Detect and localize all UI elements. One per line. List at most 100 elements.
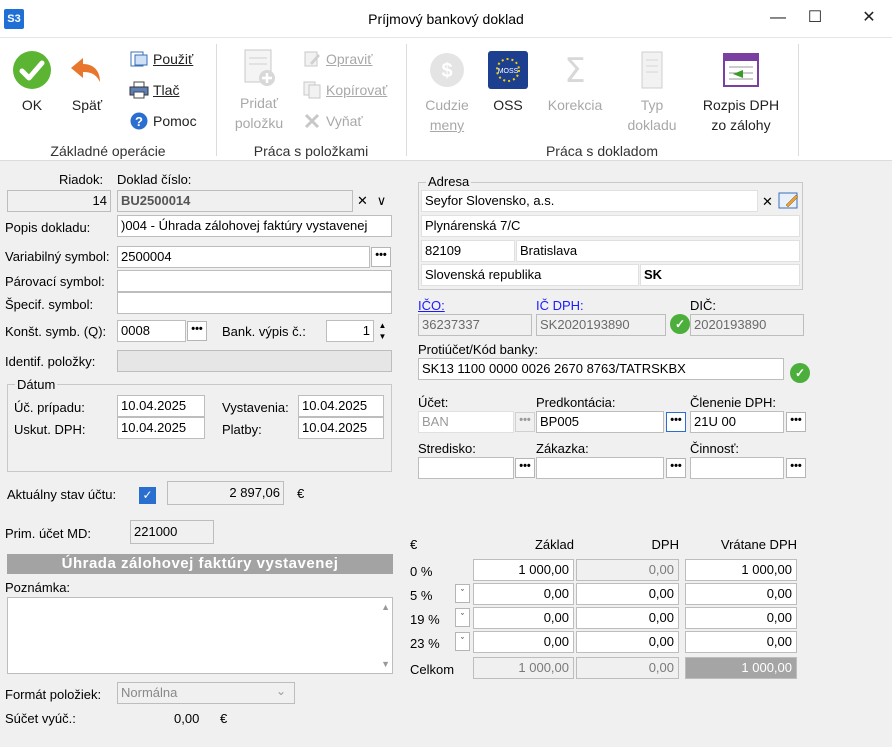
vat-amount-cell[interactable]: 0,00 bbox=[576, 583, 679, 605]
group-basic-label: Základné operácie bbox=[50, 143, 166, 159]
bank-statement-spinner[interactable]: ▲ ▼ bbox=[375, 320, 390, 342]
predkontacia-field[interactable]: BP005 bbox=[536, 411, 664, 433]
vat-rate-dropdown[interactable]: ˇ bbox=[455, 632, 470, 651]
item-format-select[interactable]: Normálna bbox=[117, 682, 295, 704]
ok-check-icon bbox=[13, 51, 51, 89]
maximize-button[interactable]: ☐ bbox=[792, 0, 838, 38]
note-textarea[interactable]: ▲ ▼ bbox=[7, 597, 393, 674]
vat-split-field[interactable]: 21U 00 bbox=[690, 411, 784, 433]
ok-button[interactable]: OK bbox=[6, 50, 58, 115]
vat-total-label: Celkom bbox=[410, 662, 455, 677]
accounting-date-field[interactable]: 10.04.2025 bbox=[117, 395, 205, 417]
pairing-symbol-field[interactable] bbox=[117, 270, 392, 292]
vat-amount-cell[interactable]: 0,00 bbox=[576, 559, 679, 581]
vat-rate-label: 0 % bbox=[410, 564, 433, 579]
vat-col-total: Vrátane DPH bbox=[720, 537, 797, 552]
order-picker[interactable]: ••• bbox=[666, 458, 686, 478]
constant-symbol-label: Konšt. symb. (Q): bbox=[5, 324, 107, 339]
vat-rate-label: 23 % bbox=[410, 636, 440, 651]
doc-type-button[interactable]: Typ dokladu bbox=[620, 50, 684, 135]
ico-label[interactable]: IČO: bbox=[418, 298, 445, 313]
address-name-field[interactable]: Seyfor Slovensko, a.s. bbox=[421, 190, 758, 212]
chevron-down-icon[interactable]: ∨ bbox=[373, 193, 390, 210]
address-country-field[interactable]: Slovenská republika bbox=[421, 264, 639, 286]
vat-total-base: 1 000,00 bbox=[473, 657, 574, 679]
vat-split-picker[interactable]: ••• bbox=[786, 412, 806, 432]
vat-total-cell[interactable]: 0,00 bbox=[685, 631, 797, 653]
vat-total-cell[interactable]: 1 000,00 bbox=[685, 559, 797, 581]
row-number-field: 14 bbox=[7, 190, 111, 212]
add-item-button[interactable]: Pridať položku bbox=[226, 46, 292, 133]
vat-rate-dropdown[interactable]: ˇ bbox=[455, 584, 470, 603]
back-button[interactable]: Späť bbox=[62, 50, 112, 115]
foreign-currency-button[interactable]: $ Cudzie meny bbox=[418, 50, 476, 135]
edit-address-icon[interactable] bbox=[778, 191, 800, 211]
vat-date-field[interactable]: 10.04.2025 bbox=[117, 417, 205, 439]
specific-symbol-field[interactable] bbox=[117, 292, 392, 314]
vat-amount-cell[interactable]: 0,00 bbox=[576, 631, 679, 653]
vat-rate-label: 5 % bbox=[410, 588, 433, 603]
activity-field[interactable] bbox=[690, 457, 784, 479]
primary-account-field: 221000 bbox=[130, 520, 214, 544]
vat-date-label: Uskut. DPH: bbox=[14, 422, 86, 437]
payment-date-field[interactable]: 10.04.2025 bbox=[298, 417, 384, 439]
variable-symbol-label: Variabilný symbol: bbox=[5, 249, 110, 264]
address-street-field[interactable]: Plynárenská 7/C bbox=[421, 215, 800, 237]
use-button[interactable]: Použiť bbox=[129, 48, 193, 70]
remove-icon bbox=[302, 112, 322, 130]
undo-arrow-icon bbox=[71, 58, 100, 82]
vat-base-cell[interactable]: 0,00 bbox=[473, 631, 574, 653]
bank-statement-field[interactable]: 1 bbox=[326, 320, 374, 342]
activity-picker[interactable]: ••• bbox=[786, 458, 806, 478]
note-label: Poznámka: bbox=[5, 580, 71, 595]
vat-split-label: Členenie DPH: bbox=[690, 395, 776, 410]
address-city-field[interactable]: Bratislava bbox=[516, 240, 800, 262]
close-button[interactable]: ✕ bbox=[846, 0, 892, 38]
remove-button[interactable]: Vyňať bbox=[302, 110, 363, 132]
predkontacia-picker[interactable]: ••• bbox=[666, 412, 686, 432]
scroll-down-icon[interactable]: ▼ bbox=[381, 659, 390, 669]
description-field[interactable]: )004 - Úhrada zálohovej faktúry vystaven… bbox=[117, 215, 392, 237]
correction-button[interactable]: Σ Korekcia bbox=[540, 50, 610, 115]
svg-text:MOSS: MOSS bbox=[498, 68, 519, 75]
vat-base-cell[interactable]: 0,00 bbox=[473, 583, 574, 605]
address-zip-field[interactable]: 82109 bbox=[421, 240, 515, 262]
vat-base-cell[interactable]: 1 000,00 bbox=[473, 559, 574, 581]
constant-symbol-picker[interactable]: ••• bbox=[187, 321, 207, 341]
vat-rate-dropdown[interactable]: ˇ bbox=[455, 608, 470, 627]
vat-breakdown-button[interactable]: Rozpis DPH zo zálohy bbox=[696, 50, 786, 135]
variable-symbol-picker[interactable]: ••• bbox=[371, 247, 391, 267]
counter-account-field[interactable]: SK13 1100 0000 0026 2670 8763/TATRSKBX bbox=[418, 358, 784, 380]
group-items-label: Práca s položkami bbox=[253, 143, 369, 159]
print-button[interactable]: Tlač bbox=[129, 79, 179, 101]
account-field: BAN bbox=[418, 411, 514, 433]
ribbon-divider bbox=[216, 44, 217, 156]
copy-icon bbox=[302, 81, 322, 99]
variable-symbol-field[interactable]: 2500004 bbox=[117, 246, 370, 268]
document-banner: Úhrada zálohovej faktúry vystavenej bbox=[7, 554, 393, 574]
back-label: Späť bbox=[71, 97, 103, 113]
counter-account-valid-icon: ✓ bbox=[790, 363, 810, 383]
clear-address-icon[interactable]: ✕ bbox=[759, 194, 776, 211]
scroll-up-icon[interactable]: ▲ bbox=[381, 602, 390, 612]
clear-doc-number-icon[interactable]: ✕ bbox=[354, 193, 371, 210]
vat-total-cell[interactable]: 0,00 bbox=[685, 607, 797, 629]
row-label: Riadok: bbox=[59, 172, 104, 187]
issue-date-field[interactable]: 10.04.2025 bbox=[298, 395, 384, 417]
edit-button[interactable]: Opraviť bbox=[302, 48, 372, 70]
vat-amount-cell[interactable]: 0,00 bbox=[576, 607, 679, 629]
cost-center-field[interactable] bbox=[418, 457, 514, 479]
help-button[interactable]: ? Pomoc bbox=[129, 110, 197, 132]
vat-total-cell[interactable]: 0,00 bbox=[685, 583, 797, 605]
balance-checkbox[interactable]: ✓ bbox=[139, 487, 156, 504]
oss-button[interactable]: MOSS OSS bbox=[484, 50, 532, 115]
order-field[interactable] bbox=[536, 457, 664, 479]
cost-center-picker[interactable]: ••• bbox=[515, 458, 535, 478]
item-id-label: Identif. položky: bbox=[5, 354, 96, 369]
vat-total-vat: 0,00 bbox=[576, 657, 679, 679]
vat-base-cell[interactable]: 0,00 bbox=[473, 607, 574, 629]
activity-label: Činnosť: bbox=[690, 441, 739, 456]
constant-symbol-field[interactable]: 0008 bbox=[117, 320, 186, 342]
address-country-code-field[interactable]: SK bbox=[640, 264, 800, 286]
copy-button[interactable]: Kopírovať bbox=[302, 79, 387, 101]
